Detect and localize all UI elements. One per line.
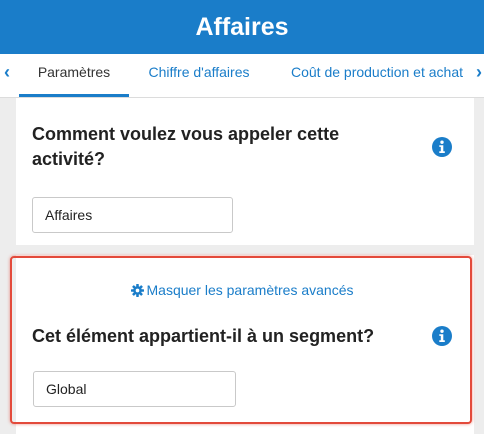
tab-cout-production[interactable]: Coût de production et achat [277, 54, 477, 97]
tab-label: Coût de production et achat [290, 64, 463, 80]
segment-input[interactable] [33, 371, 236, 407]
activity-name-input[interactable] [32, 197, 233, 233]
tab-bar: ‹ Paramètres Chiffre d'affaires Coût de … [0, 54, 484, 98]
tab-label: Paramètres [37, 64, 111, 80]
segment-question: Cet élément appartient-il à un segment? [32, 326, 375, 346]
section-divider [16, 245, 474, 255]
tab-label: Chiffre d'affaires [148, 64, 250, 80]
info-icon[interactable] [432, 326, 452, 346]
tab-parametres[interactable]: Paramètres [19, 54, 129, 97]
page-title: Affaires [195, 12, 289, 41]
toggle-advanced-label: Masquer les paramètres avancés [146, 282, 354, 298]
chevron-left-icon[interactable]: ‹ [4, 62, 10, 82]
info-icon[interactable] [432, 137, 452, 157]
chevron-right-icon[interactable]: › [476, 62, 482, 82]
activity-name-question: Comment voulez vous appeler cette activi… [32, 124, 340, 169]
tab-chiffre-affaires[interactable]: Chiffre d'affaires [138, 54, 260, 97]
toggle-advanced-settings-link[interactable]: Masquer les paramètres avancés [0, 282, 484, 298]
app-header: Affaires [0, 0, 484, 54]
gear-icon [130, 284, 144, 297]
